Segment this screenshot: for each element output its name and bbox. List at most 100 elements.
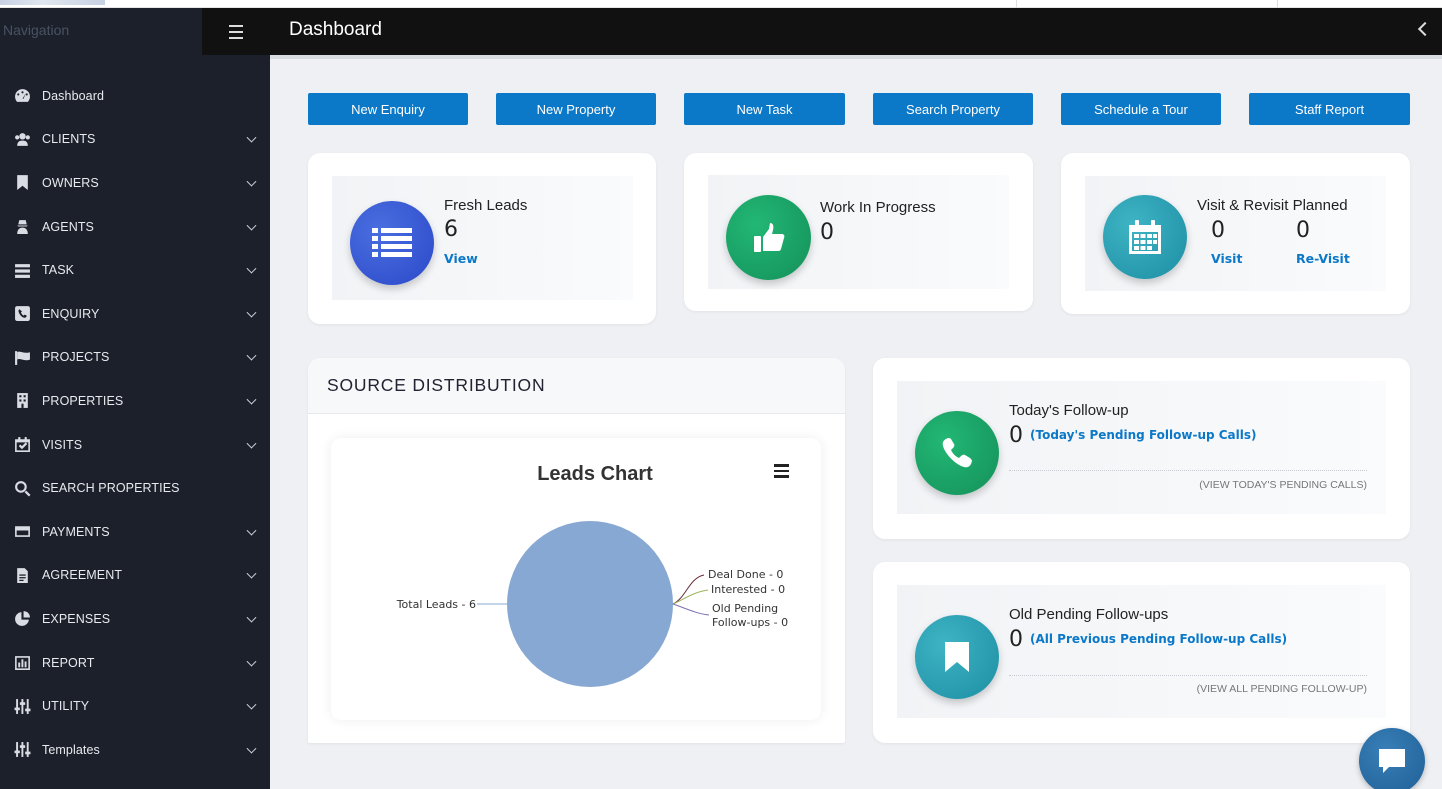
calendar-check-icon: [12, 437, 32, 453]
sidebar-item-task[interactable]: TASK: [0, 248, 270, 292]
sidebar-menu: Dashboard CLIENTS OWNERS AGENTS TASK ENQUIRY P…: [0, 74, 270, 772]
source-distribution-title: SOURCE DISTRIBUTION: [327, 375, 546, 395]
sidebar-item-label: ENQUIRY: [42, 306, 100, 321]
chevron-down-icon: [246, 568, 257, 579]
tasks-icon: [12, 262, 32, 278]
new-task-button[interactable]: New Task: [684, 93, 845, 125]
sidebar-item-projects[interactable]: PROJECTS: [0, 336, 270, 380]
sidebar-item-label: PROPERTIES: [42, 393, 124, 408]
calendar-icon: [1103, 195, 1187, 279]
visits-title: Visit & Revisit Planned: [1197, 197, 1348, 214]
page-title: Dashboard: [289, 19, 382, 40]
todays-followup-title: Today's Follow-up: [1009, 402, 1129, 419]
sidebar-item-enquiry[interactable]: ENQUIRY: [0, 292, 270, 336]
chat-button[interactable]: [1359, 728, 1425, 789]
sidebar-item-agents[interactable]: AGENTS: [0, 205, 270, 249]
fresh-leads-value: 6: [444, 217, 458, 242]
sidebar-item-agreement[interactable]: AGREEMENT: [0, 554, 270, 598]
visit-link[interactable]: Visit: [1211, 251, 1242, 266]
sliders-icon: [12, 698, 32, 714]
sidebar-item-expenses[interactable]: EXPENSES: [0, 597, 270, 641]
todays-followup-sub[interactable]: (Today's Pending Follow-up Calls): [1030, 428, 1257, 442]
dashboard-icon: [12, 88, 32, 104]
sidebar-item-search-properties[interactable]: SEARCH PROPERTIES: [0, 466, 270, 510]
sidebar: Navigation Dashboard CLIENTS OWNERS AGENTS T…: [0, 8, 270, 789]
pie-connector-line: [672, 603, 710, 616]
flag-icon: [12, 349, 32, 365]
top-logo-fragment: [0, 0, 105, 5]
sidebar-item-label: EXPENSES: [42, 611, 111, 626]
credit-card-icon: [12, 524, 32, 540]
sidebar-item-label: PAYMENTS: [42, 524, 110, 539]
schedule-tour-button[interactable]: Schedule a Tour: [1061, 93, 1221, 125]
fresh-leads-view-link[interactable]: View: [444, 251, 478, 266]
chevron-down-icon: [246, 743, 257, 754]
sidebar-item-templates[interactable]: Templates: [0, 728, 270, 772]
work-in-progress-card: Work In Progress 0: [684, 153, 1033, 311]
chevron-down-icon: [246, 176, 257, 187]
pie-connector-line: [672, 589, 709, 605]
chevron-down-icon: [246, 307, 257, 318]
old-followups-sub[interactable]: (All Previous Pending Follow-up Calls): [1030, 632, 1287, 646]
search-property-button[interactable]: Search Property: [873, 93, 1033, 125]
chevron-down-icon: [246, 438, 257, 449]
new-enquiry-button[interactable]: New Enquiry: [308, 93, 468, 125]
old-followups-value: 0: [1009, 627, 1023, 652]
todays-followup-card: Today's Follow-up 0 (Today's Pending Fol…: [873, 358, 1410, 539]
chat-icon: [1379, 749, 1405, 773]
chevron-down-icon: [246, 263, 257, 274]
visit-value: 0: [1211, 218, 1225, 243]
phone-icon: [12, 306, 32, 322]
sidebar-item-label: CLIENTS: [42, 132, 96, 147]
old-followups-card: Old Pending Follow-ups 0 (All Previous P…: [873, 562, 1410, 743]
fresh-leads-title: Fresh Leads: [444, 197, 528, 214]
sidebar-item-payments[interactable]: PAYMENTS: [0, 510, 270, 554]
phone-icon: [915, 411, 999, 495]
new-property-button[interactable]: New Property: [496, 93, 656, 125]
sidebar-item-label: AGENTS: [42, 219, 94, 234]
leads-chart-container: Leads Chart Total Leads - 6 Deal Done - 0…: [331, 438, 821, 720]
sidebar-item-utility[interactable]: UTILITY: [0, 684, 270, 728]
source-distribution-card: SOURCE DISTRIBUTION Leads Chart Total Le…: [308, 358, 845, 743]
revisit-link[interactable]: Re-Visit: [1296, 251, 1350, 266]
sidebar-header: Navigation: [0, 8, 270, 55]
sidebar-item-clients[interactable]: CLIENTS: [0, 118, 270, 162]
top-divider: [1016, 0, 1017, 8]
bar-chart-icon: [12, 655, 32, 671]
sliders-icon: [12, 742, 32, 758]
leads-pie-chart: Leads Chart Total Leads - 6 Deal Done - 0…: [396, 463, 788, 687]
view-all-followups-link[interactable]: (VIEW ALL PENDING FOLLOW-UP): [1197, 683, 1367, 695]
chart-title: Leads Chart: [537, 463, 653, 485]
chevron-left-icon[interactable]: [1417, 21, 1433, 37]
sidebar-item-visits[interactable]: VISITS: [0, 423, 270, 467]
file-icon: [12, 567, 32, 583]
sidebar-item-label: UTILITY: [42, 699, 90, 714]
pie-data-label: Total Leads - 6: [396, 598, 476, 611]
view-todays-calls-link[interactable]: (VIEW TODAY'S PENDING CALLS): [1199, 479, 1367, 491]
agent-icon: [12, 219, 32, 235]
thumbs-up-icon: [726, 195, 811, 280]
menu-toggle-button[interactable]: [202, 8, 270, 55]
chevron-down-icon: [246, 525, 257, 536]
list-icon: [350, 201, 434, 285]
building-icon: [12, 393, 32, 409]
fresh-leads-card: Fresh Leads 6 View: [308, 153, 656, 324]
work-in-progress-value: 0: [820, 220, 834, 245]
chevron-down-icon: [246, 351, 257, 361]
pie-connector-line: [672, 574, 705, 605]
sidebar-item-label: REPORT: [42, 655, 95, 670]
staff-report-button[interactable]: Staff Report: [1249, 93, 1410, 125]
old-followups-title: Old Pending Follow-ups: [1009, 606, 1169, 623]
sidebar-item-properties[interactable]: PROPERTIES: [0, 379, 270, 423]
sidebar-item-report[interactable]: REPORT: [0, 641, 270, 685]
pie-data-label: Follow-ups - 0: [712, 616, 788, 629]
bookmark-icon: [12, 175, 32, 191]
source-distribution-header: SOURCE DISTRIBUTION: [308, 358, 845, 414]
divider: [1009, 470, 1367, 471]
bookmark-icon: [915, 615, 999, 699]
sidebar-item-label: TASK: [42, 263, 75, 278]
chart-menu-icon[interactable]: [774, 464, 789, 481]
sidebar-item-owners[interactable]: OWNERS: [0, 161, 270, 205]
sidebar-item-dashboard[interactable]: Dashboard: [0, 74, 270, 118]
pie-slice[interactable]: [507, 521, 673, 687]
